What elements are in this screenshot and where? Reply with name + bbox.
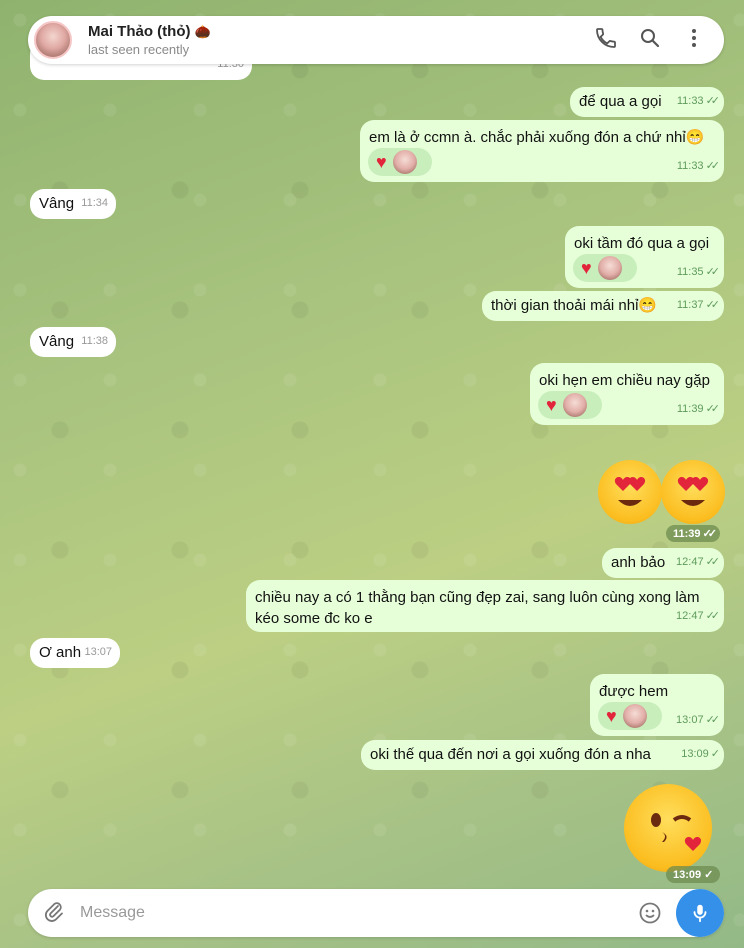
message-outgoing[interactable]: em là ở ccmn à. chắc phải xuống đón a ch… bbox=[360, 120, 724, 182]
reaction-badge[interactable]: ♥ bbox=[598, 702, 662, 730]
sent-check-icon: ✓ bbox=[710, 748, 720, 760]
message-time: 12:47 ✓✓ bbox=[676, 610, 721, 622]
message-text: Ơ anh bbox=[39, 644, 82, 661]
message-text: được hem bbox=[599, 683, 669, 700]
reactor-avatar bbox=[392, 150, 417, 174]
attach-button[interactable] bbox=[42, 899, 66, 928]
message-text: Vâng bbox=[39, 333, 75, 350]
message-text: chiều nay a có 1 thằng bạn cũng đẹp zai,… bbox=[255, 589, 700, 627]
message-text: em là ở ccmn à. chắc phải xuống đón a ch… bbox=[369, 129, 705, 146]
message-text: Vâng bbox=[39, 195, 75, 212]
reactor-avatar bbox=[597, 256, 622, 280]
heart-eyes-emoji-icon[interactable] bbox=[661, 460, 725, 524]
heart-icon: ♥ bbox=[581, 257, 592, 278]
message-time: 11:34 bbox=[81, 197, 108, 209]
read-check-icon: ✓✓ bbox=[705, 266, 721, 278]
call-button[interactable] bbox=[594, 26, 618, 55]
message-incoming[interactable]: Vâng 11:38 bbox=[30, 327, 116, 357]
kiss-wink-emoji-icon[interactable] bbox=[624, 784, 712, 872]
message-time: 11:39 ✓✓ bbox=[666, 525, 720, 542]
message-text: oki thế qua đến nơi a gọi xuống đón a nh… bbox=[370, 746, 651, 763]
search-icon bbox=[641, 28, 660, 47]
message-time: 13:07 bbox=[84, 646, 112, 658]
reaction-badge[interactable]: ♥ bbox=[573, 254, 637, 282]
reactor-avatar bbox=[562, 393, 587, 417]
message-outgoing[interactable]: chiều nay a có 1 thằng bạn cũng đẹp zai,… bbox=[246, 580, 724, 632]
emoji-button[interactable] bbox=[638, 901, 662, 930]
message-outgoing[interactable]: oki hẹn em chiều nay gặp ♥ 11:39 ✓✓ bbox=[530, 363, 724, 425]
message-outgoing[interactable]: được hem ♥ 13:07 ✓✓ bbox=[590, 674, 724, 736]
contact-name-text: Mai Thảo (thỏ) bbox=[88, 23, 191, 40]
message-incoming[interactable]: Ơ anh 13:07 bbox=[30, 638, 120, 668]
smiley-icon bbox=[639, 902, 661, 924]
message-time: 11:37 ✓✓ bbox=[676, 299, 721, 311]
microphone-icon bbox=[693, 904, 707, 923]
message-incoming[interactable]: Vâng 11:34 bbox=[30, 189, 116, 219]
voice-record-button[interactable] bbox=[676, 889, 724, 937]
heart-icon: ♥ bbox=[606, 705, 617, 726]
message-time: 11:39 ✓✓ bbox=[676, 403, 721, 415]
read-check-icon: ✓✓ bbox=[705, 299, 721, 311]
message-time: 12:47 ✓✓ bbox=[676, 556, 721, 568]
message-time: 11:33 ✓✓ bbox=[676, 95, 721, 107]
message-text: thời gian thoải mái nhỉ😁 bbox=[491, 297, 658, 314]
sent-check-icon: ✓ bbox=[704, 869, 714, 881]
phone-icon bbox=[596, 27, 616, 48]
reaction-badge[interactable]: ♥ bbox=[538, 391, 602, 419]
message-time: 13:09 ✓ bbox=[681, 748, 720, 760]
message-outgoing[interactable]: oki tầm đó qua a gọi ♥ 11:35 ✓✓ bbox=[565, 226, 724, 288]
message-input[interactable] bbox=[80, 904, 620, 922]
reactor-avatar bbox=[622, 704, 647, 728]
contact-name[interactable]: Mai Thảo (thỏ) 🌰 bbox=[88, 23, 211, 40]
message-time: 11:33 ✓✓ bbox=[676, 160, 721, 172]
message-time: 11:35 ✓✓ bbox=[676, 266, 721, 278]
read-check-icon: ✓✓ bbox=[705, 403, 721, 415]
last-seen-status: last seen recently bbox=[88, 42, 190, 57]
message-composer bbox=[28, 889, 724, 937]
search-button[interactable] bbox=[638, 26, 662, 55]
message-text: để qua a gọi bbox=[579, 93, 662, 110]
more-options-button[interactable] bbox=[682, 26, 706, 55]
read-check-icon: ✓✓ bbox=[705, 714, 721, 726]
kebab-menu-icon bbox=[692, 28, 696, 47]
message-time: 13:09 ✓ bbox=[666, 866, 721, 883]
status-emoji-icon: 🌰 bbox=[194, 24, 211, 39]
heart-icon: ♥ bbox=[376, 151, 387, 172]
read-check-icon: ✓✓ bbox=[705, 610, 721, 622]
message-time: 11:38 bbox=[81, 335, 108, 347]
message-outgoing[interactable]: oki thế qua đến nơi a gọi xuống đón a nh… bbox=[361, 740, 724, 770]
read-check-icon: ✓✓ bbox=[705, 160, 721, 172]
chat-header: Mai Thảo (thỏ) 🌰 last seen recently bbox=[28, 16, 724, 64]
read-check-icon: ✓✓ bbox=[705, 556, 721, 568]
message-outgoing[interactable]: thời gian thoải mái nhỉ😁 11:37 ✓✓ bbox=[482, 291, 724, 321]
paperclip-icon bbox=[45, 901, 63, 922]
read-check-icon: ✓✓ bbox=[705, 95, 721, 107]
message-text: oki hẹn em chiều nay gặp bbox=[539, 372, 710, 389]
message-outgoing[interactable]: anh bảo 12:47 ✓✓ bbox=[602, 548, 724, 578]
message-time: 13:07 ✓✓ bbox=[676, 714, 721, 726]
message-outgoing[interactable]: để qua a gọi 11:33 ✓✓ bbox=[570, 87, 724, 117]
heart-icon: ♥ bbox=[546, 394, 557, 415]
message-text: anh bảo bbox=[611, 554, 666, 571]
avatar[interactable] bbox=[34, 21, 72, 59]
message-text: oki tầm đó qua a gọi bbox=[574, 235, 710, 252]
heart-eyes-emoji-icon[interactable] bbox=[598, 460, 662, 524]
reaction-badge[interactable]: ♥ bbox=[368, 148, 432, 176]
read-check-icon: ✓✓ bbox=[702, 528, 718, 540]
